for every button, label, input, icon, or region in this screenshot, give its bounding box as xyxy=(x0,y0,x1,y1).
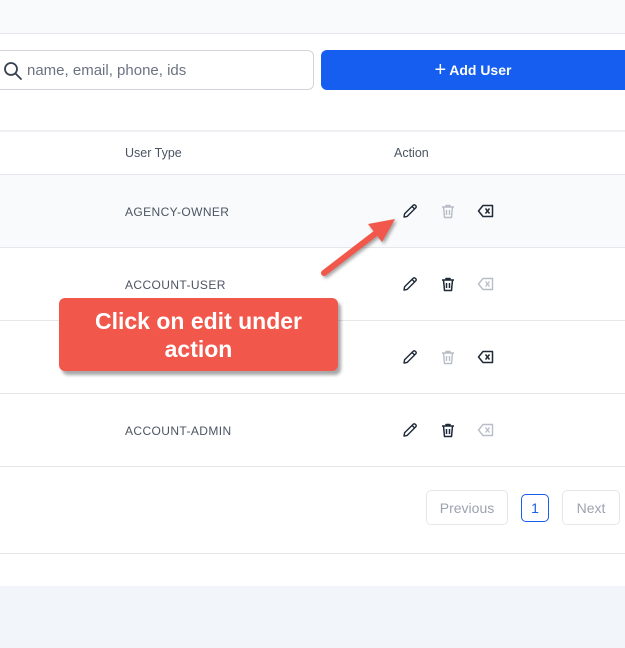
remove-access-icon[interactable] xyxy=(477,348,495,366)
annotation-text-line2: action xyxy=(164,336,233,362)
divider xyxy=(0,553,625,554)
search-icon xyxy=(3,61,23,81)
add-user-button[interactable]: + Add User xyxy=(321,50,625,90)
remove-access-icon[interactable] xyxy=(477,202,495,220)
annotation-text-line1: Click on edit under xyxy=(94,308,303,334)
edit-icon[interactable] xyxy=(401,348,419,366)
search-placeholder: name, email, phone, ids xyxy=(27,62,187,79)
table-row: AGENCY-OWNER xyxy=(0,175,625,248)
next-page-button[interactable]: Next xyxy=(562,490,620,525)
user-type-cell: AGENCY-OWNER xyxy=(125,205,230,219)
edit-icon[interactable] xyxy=(401,421,419,439)
previous-page-button[interactable]: Previous xyxy=(426,490,508,525)
remove-access-icon xyxy=(477,421,495,439)
page-1-button[interactable]: 1 xyxy=(521,494,549,522)
user-type-cell: ACCOUNT-ADMIN xyxy=(125,424,232,438)
top-strip xyxy=(0,0,625,34)
edit-icon[interactable] xyxy=(401,202,419,220)
table-row: ACCOUNT-ADMIN xyxy=(0,394,625,467)
delete-icon xyxy=(439,202,457,220)
add-user-label: Add User xyxy=(449,62,512,78)
delete-icon[interactable] xyxy=(439,421,457,439)
search-input[interactable]: name, email, phone, ids xyxy=(0,50,314,90)
user-type-cell: ACCOUNT-USER xyxy=(125,278,226,292)
plus-icon: + xyxy=(434,59,447,81)
edit-icon[interactable] xyxy=(401,275,419,293)
table-header: User Type Action xyxy=(0,132,625,175)
delete-icon[interactable] xyxy=(439,275,457,293)
column-header-user-type: User Type xyxy=(125,146,182,160)
remove-access-icon xyxy=(477,275,495,293)
delete-icon xyxy=(439,348,457,366)
annotation-callout: Click on edit under action xyxy=(59,298,338,371)
column-header-action: Action xyxy=(394,146,429,160)
